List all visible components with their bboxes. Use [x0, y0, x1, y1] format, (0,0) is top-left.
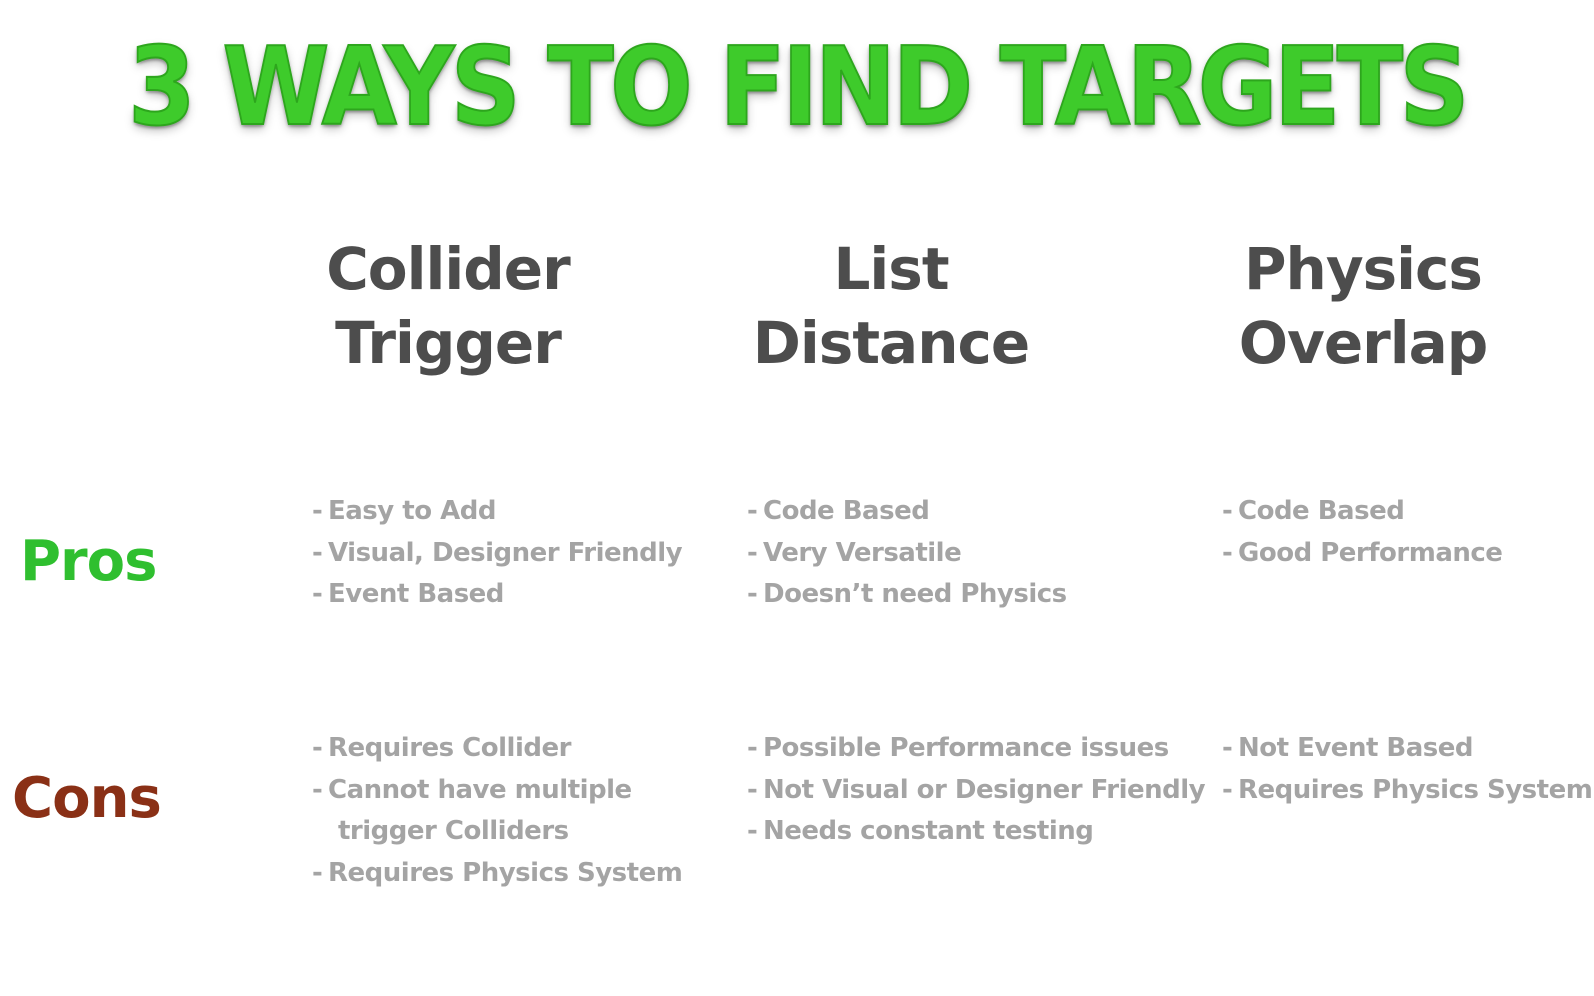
list-item: - Doesn’t need Physics — [747, 579, 1067, 609]
cons-list-list-distance: - Possible Performance issues - Not Visual… — [747, 728, 1206, 853]
list-item: - Very Versatile — [747, 537, 962, 568]
pros-label: Pros — [20, 529, 157, 594]
slide-title: 3 WAYS TO FIND TARGETS — [127, 25, 1470, 150]
list-item: - Good Performance — [1222, 537, 1503, 568]
pros-list-physics-overlap: - Code Based - Good Performance — [1222, 491, 1503, 574]
list-item: - Not Event Based — [1222, 733, 1474, 763]
pros-list-list-distance: - Code Based - Very Versatile - Doesn’t nee… — [747, 491, 1067, 616]
column-heading-collider-trigger: Collider Trigger — [298, 232, 598, 380]
cons-label: Cons — [12, 766, 162, 831]
column-heading-line: Overlap — [1238, 309, 1489, 377]
column-heading-physics-overlap: Physics Overlap — [1213, 232, 1513, 380]
column-heading-line: Physics — [1244, 235, 1483, 303]
column-heading-line: Trigger — [335, 309, 562, 377]
column-heading-list-distance: List Distance — [741, 232, 1041, 380]
list-item: - Requires Physics System — [312, 857, 683, 888]
column-heading-line: Distance — [752, 309, 1030, 377]
list-item: - Requires Physics System — [1222, 774, 1593, 805]
column-heading-line: List — [833, 235, 949, 303]
list-item: - Needs constant testing — [747, 816, 1094, 846]
list-item: - Event Based — [312, 579, 504, 609]
list-item: - Not Visual or Designer Friendly — [747, 774, 1206, 805]
pros-list-collider-trigger: - Easy to Add - Visual, Designer Friendly … — [312, 491, 683, 616]
list-item: - Visual, Designer Friendly — [312, 537, 683, 568]
list-item: - Code Based — [1222, 496, 1405, 526]
cons-list-collider-trigger: - Requires Collider - Cannot have multiple… — [312, 728, 683, 894]
list-item: - Cannot have multiple trigger Colliders — [312, 774, 632, 847]
list-item: - Easy to Add — [312, 496, 496, 526]
list-item: - Requires Collider — [312, 733, 571, 763]
cons-list-physics-overlap: - Not Event Based - Requires Physics Syste… — [1222, 728, 1593, 811]
column-heading-line: Collider — [326, 235, 571, 303]
list-item: - Possible Performance issues — [747, 733, 1169, 763]
list-item: - Code Based — [747, 496, 930, 526]
